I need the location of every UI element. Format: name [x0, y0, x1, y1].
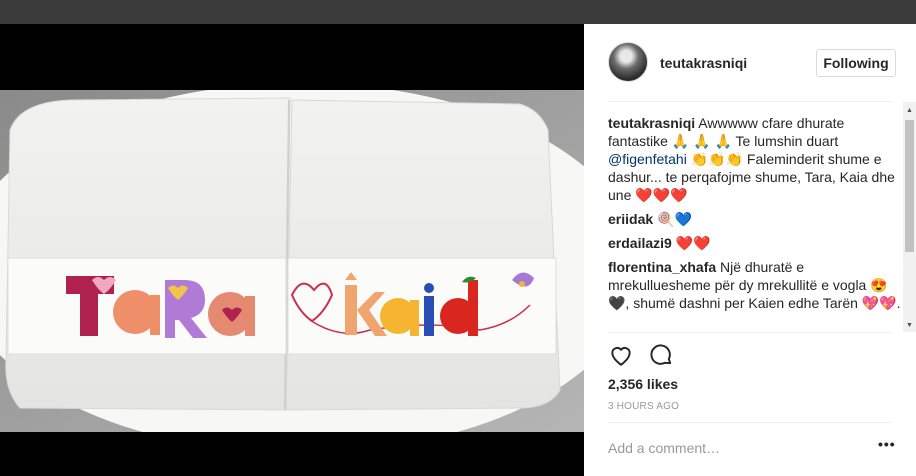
scroll-up-arrow-icon[interactable]: ▲ — [903, 104, 916, 117]
list-item: eriidak 🍭💙 — [608, 210, 902, 228]
add-comment-input[interactable] — [608, 436, 858, 460]
caption-username[interactable]: teutakrasniqi — [608, 115, 695, 131]
comment-username[interactable]: florentina_xhafa — [608, 259, 716, 275]
scrollbar-thumb[interactable] — [905, 120, 914, 252]
header-divider — [608, 101, 892, 102]
comments-scrollbar[interactable]: ▲ ▼ — [903, 102, 916, 332]
post-header: teutakrasniqi Following — [584, 24, 916, 102]
comment-text: 🍭💙 — [653, 211, 692, 227]
comments-list: teutakrasniqi Awwwww cfare dhurate fanta… — [608, 114, 902, 332]
actions-divider — [608, 332, 892, 333]
list-item: florentina_xhafa Një dhuratë e mrekullue… — [608, 258, 902, 312]
likes-count[interactable]: 2,356 likes — [608, 376, 678, 392]
caption-mention[interactable]: @figenfetahi — [608, 151, 687, 167]
header-username[interactable]: teutakrasniqi — [660, 55, 747, 71]
post-side-panel: teutakrasniqi Following teutakrasniqi Aw… — [584, 24, 916, 476]
scroll-down-arrow-icon[interactable]: ▼ — [903, 319, 916, 332]
heart-icon[interactable] — [608, 342, 634, 368]
more-options-icon[interactable]: ••• — [878, 436, 898, 460]
post-timestamp[interactable]: 3 HOURS AGO — [608, 401, 679, 412]
towels-image — [0, 90, 584, 432]
post-media — [0, 24, 584, 476]
browser-top-bar — [0, 0, 916, 24]
list-item: erdailazi9 ❤️❤️ — [608, 234, 902, 252]
comment-username[interactable]: eriidak — [608, 211, 653, 227]
post-photo — [0, 90, 584, 432]
comment-text: ❤️❤️ — [671, 235, 711, 251]
comment-icon[interactable] — [648, 342, 674, 368]
avatar[interactable] — [608, 42, 648, 82]
comment-username[interactable]: erdailazi9 — [608, 235, 672, 251]
comment-box-divider — [608, 422, 892, 423]
caption: teutakrasniqi Awwwww cfare dhurate fanta… — [608, 114, 902, 204]
following-button[interactable]: Following — [816, 49, 896, 77]
